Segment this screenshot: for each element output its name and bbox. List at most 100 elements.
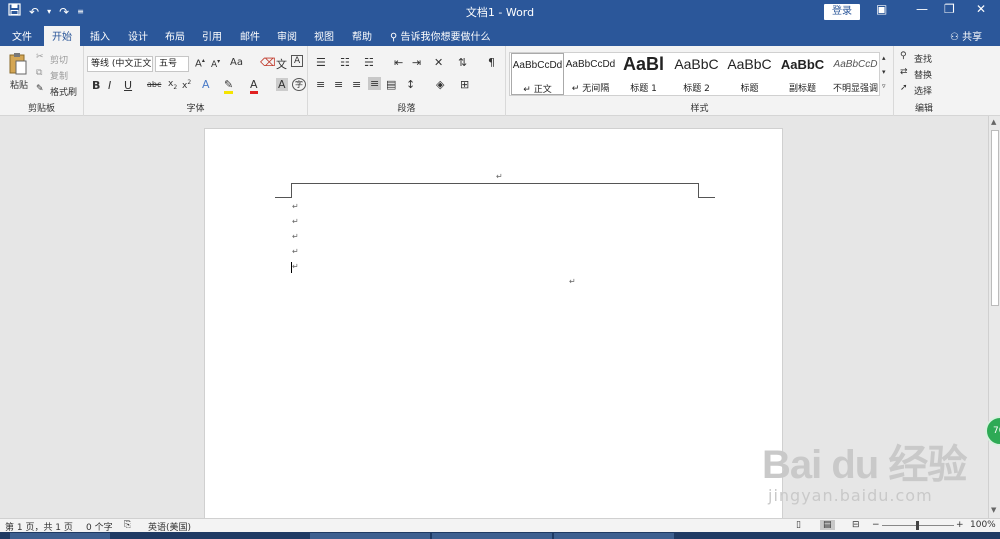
style-title[interactable]: AaBbC 标题 — [723, 53, 776, 95]
find-icon[interactable]: ⚲ — [900, 51, 907, 61]
borders-icon[interactable]: ⊞ — [460, 78, 469, 91]
share-button[interactable]: ⚇ 共享 — [950, 28, 982, 43]
justify-icon[interactable]: ≡ — [368, 77, 382, 90]
align-left-icon[interactable]: ≡ — [316, 78, 325, 91]
document-page[interactable]: ↵ ↵ ↵ ↵ ↵ ↵ ↵ — [204, 128, 783, 518]
tab-references[interactable]: 引用 — [202, 28, 222, 43]
underline-icon[interactable]: U — [124, 79, 132, 92]
tab-design[interactable]: 设计 — [128, 28, 148, 43]
strikethrough-icon[interactable]: abc — [147, 80, 161, 89]
format-painter-icon[interactable]: ✎ — [36, 84, 44, 94]
distributed-icon[interactable]: ▤ — [386, 78, 396, 91]
cut-button[interactable]: 剪切 — [50, 53, 68, 66]
scroll-thumb[interactable] — [991, 130, 999, 306]
styles-scroll-up-icon[interactable]: ▴ — [882, 54, 886, 62]
style-name: ↵ 无间隔 — [571, 84, 610, 94]
taskbar-item[interactable] — [554, 533, 674, 539]
print-layout-icon[interactable]: ▤ — [820, 520, 835, 530]
header-right-corner — [698, 183, 699, 197]
select-icon[interactable]: ➚ — [900, 83, 908, 93]
grow-font-icon[interactable]: A▴ — [195, 57, 205, 69]
proofing-icon[interactable]: ⎘ — [124, 520, 131, 530]
subscript-icon[interactable]: x2 — [168, 79, 177, 91]
replace-button[interactable]: 替换 — [914, 68, 932, 81]
minimize-icon[interactable]: — — [916, 2, 928, 16]
tab-mailings[interactable]: 邮件 — [240, 28, 260, 43]
sort-icon[interactable]: ⇅ — [458, 56, 467, 69]
tab-home[interactable]: 开始 — [44, 26, 80, 46]
taskbar-item[interactable] — [432, 533, 552, 539]
scissors-icon[interactable]: ✂ — [36, 52, 44, 62]
clear-formatting-icon[interactable]: ⌫ — [260, 56, 276, 69]
bold-icon[interactable]: B — [92, 79, 100, 92]
replace-icon[interactable]: ⇄ — [900, 67, 908, 77]
line-spacing-icon[interactable]: ↕ — [406, 78, 415, 91]
taskbar-item[interactable] — [310, 533, 430, 539]
font-color-icon[interactable]: A — [250, 78, 258, 94]
tab-file[interactable]: 文件 — [12, 28, 32, 43]
style-subtitle[interactable]: AaBbC 副标题 — [776, 53, 829, 95]
style-sample: AaBbCcD — [833, 59, 878, 70]
change-case-button[interactable]: Aa — [230, 57, 243, 68]
style-heading-1[interactable]: AaBl 标题 1 — [617, 53, 670, 95]
header-left-corner — [291, 183, 292, 197]
status-bar: 第 1 页，共 1 页 0 个字 ⎘ 英语(美国) ▯ ▤ ⊟ − + 100% — [0, 518, 1000, 533]
highlight-icon[interactable]: ✎ — [224, 78, 234, 94]
bullets-icon[interactable]: ☰ — [316, 56, 326, 69]
tell-me-box[interactable]: ⚲ 告诉我你想要做什么 — [390, 28, 491, 43]
zoom-level[interactable]: 100% — [970, 520, 996, 530]
styles-gallery: AaBbCcDd ↵ 正文 AaBbCcDd ↵ 无间隔 AaBl 标题 1 A… — [509, 52, 880, 96]
italic-icon[interactable]: I — [108, 79, 111, 92]
copy-button[interactable]: 复制 — [50, 69, 68, 82]
web-layout-icon[interactable]: ⊟ — [852, 520, 860, 530]
character-shading-icon[interactable]: A — [276, 78, 288, 91]
login-button[interactable]: 登录 — [824, 4, 860, 20]
font-name-combo[interactable]: 等线 (中文正文) — [87, 56, 153, 72]
style-heading-2[interactable]: AaBbC 标题 2 — [670, 53, 723, 95]
tab-layout[interactable]: 布局 — [165, 28, 185, 43]
find-button[interactable]: 查找 — [914, 52, 932, 65]
style-no-spacing[interactable]: AaBbCcDd ↵ 无间隔 — [564, 53, 617, 95]
taskbar-item[interactable] — [10, 533, 110, 539]
superscript-icon[interactable]: x2 — [182, 79, 191, 91]
taskbar — [0, 532, 1000, 539]
styles-scroll-down-icon[interactable]: ▾ — [882, 68, 886, 76]
multilevel-list-icon[interactable]: ☵ — [364, 56, 374, 69]
character-border-icon[interactable]: A — [291, 55, 304, 67]
shading-icon[interactable]: ◈ — [436, 78, 444, 91]
enclose-characters-icon[interactable]: 字 — [292, 78, 306, 91]
zoom-slider-thumb[interactable] — [916, 521, 919, 530]
numbering-icon[interactable]: ☷ — [340, 56, 350, 69]
increase-indent-icon[interactable]: ⇥ — [412, 56, 421, 69]
copy-icon[interactable]: ⧉ — [36, 68, 42, 78]
show-marks-icon[interactable]: ¶ — [488, 56, 495, 69]
read-mode-icon[interactable]: ▯ — [796, 520, 801, 530]
style-subtle-emphasis[interactable]: AaBbCcD 不明显强调 — [829, 53, 882, 95]
header-paragraph-mark: ↵ — [496, 172, 503, 181]
header-left-tick — [275, 197, 292, 198]
styles-more-icon[interactable]: ▿ — [882, 82, 886, 90]
ribbon-display-icon[interactable]: ▣ — [876, 2, 887, 16]
decrease-indent-icon[interactable]: ⇤ — [394, 56, 403, 69]
chinese-layout-icon[interactable]: ✕ — [434, 56, 443, 69]
select-button[interactable]: 选择 — [914, 84, 932, 97]
align-right-icon[interactable]: ≡ — [352, 78, 361, 91]
restore-icon[interactable]: ❐ — [944, 2, 955, 16]
tab-view[interactable]: 视图 — [314, 28, 334, 43]
paste-label[interactable]: 粘贴 — [10, 78, 28, 91]
tab-insert[interactable]: 插入 — [90, 28, 110, 43]
tab-review[interactable]: 审阅 — [277, 28, 297, 43]
text-effects-icon[interactable]: A — [202, 78, 210, 91]
shrink-font-icon[interactable]: A▾ — [211, 58, 220, 70]
paste-icon[interactable] — [8, 52, 28, 79]
font-size-combo[interactable]: 五号 — [155, 56, 189, 72]
phonetic-guide-icon[interactable]: 文 — [276, 56, 287, 72]
tab-help[interactable]: 帮助 — [352, 28, 372, 43]
close-icon[interactable]: ✕ — [976, 2, 986, 16]
zoom-out-icon[interactable]: − — [872, 520, 880, 530]
format-painter-button[interactable]: 格式刷 — [50, 85, 77, 98]
style-normal[interactable]: AaBbCcDd ↵ 正文 — [511, 53, 564, 95]
align-center-icon[interactable]: ≡ — [334, 78, 343, 91]
zoom-in-icon[interactable]: + — [956, 520, 964, 530]
scroll-up-icon[interactable]: ▲ — [991, 118, 996, 126]
